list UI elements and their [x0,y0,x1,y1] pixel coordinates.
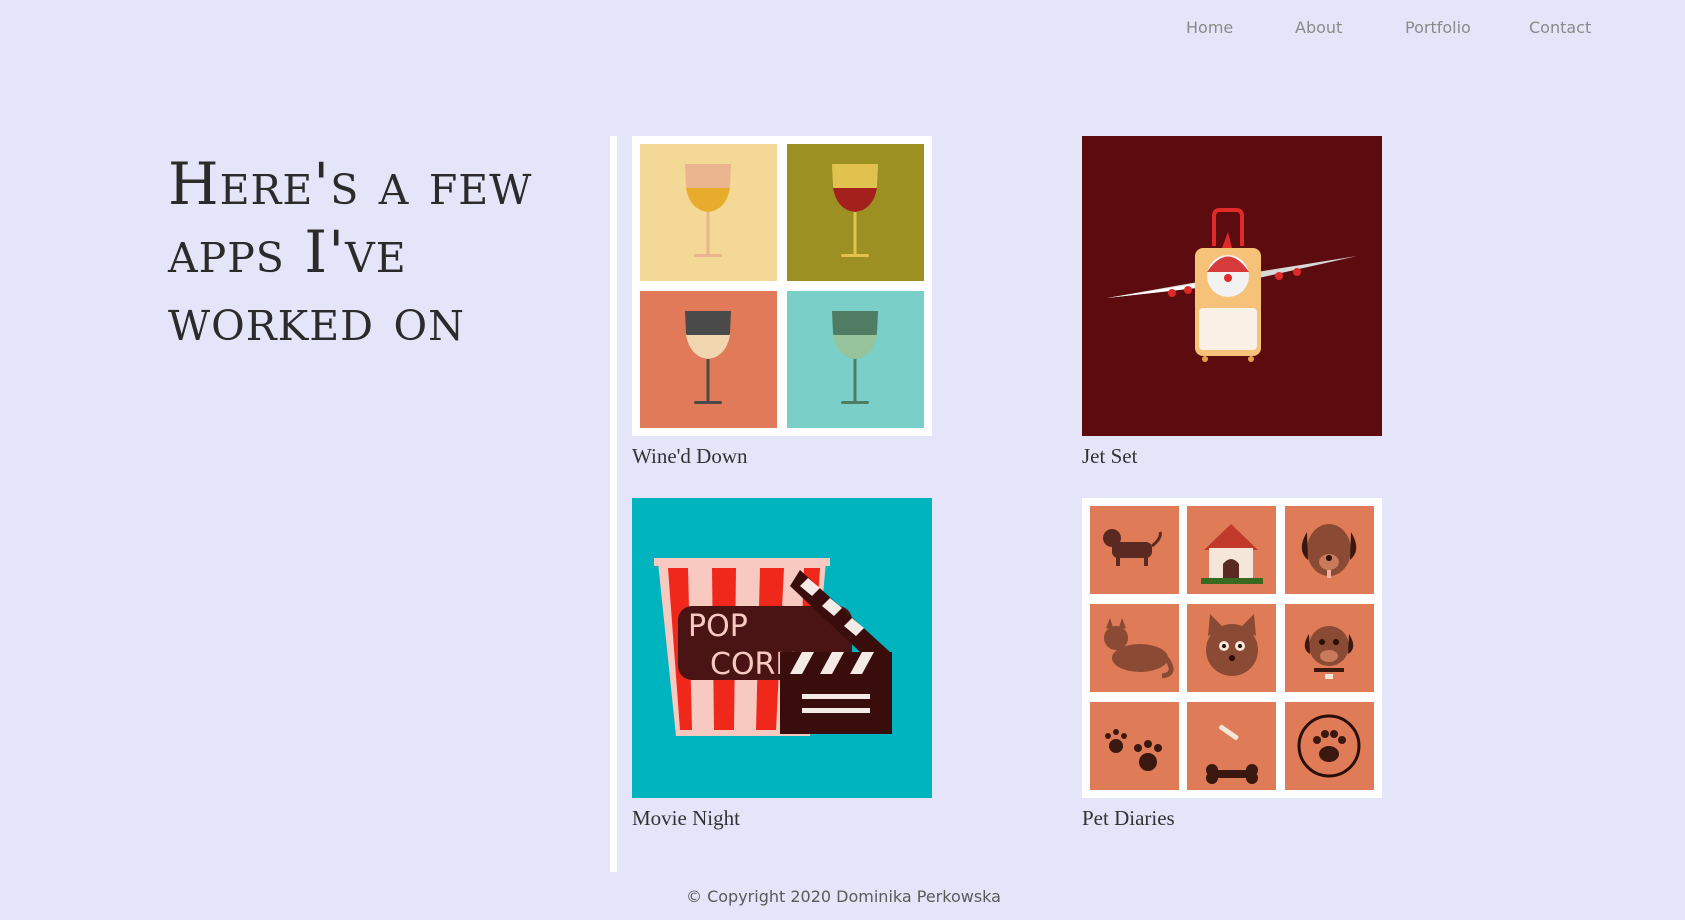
airplane-suitcase-icon [1082,136,1382,436]
project-title[interactable]: Movie Night [632,806,932,831]
nav-link-portfolio[interactable]: Portfolio [1405,18,1529,37]
project-thumbnail[interactable] [632,136,932,436]
project-card-jet-set[interactable]: Jet Set [1082,136,1382,469]
footer-copyright: © Copyright 2020 Dominika Perkowska [686,887,1001,906]
main-nav: Home About Portfolio Contact [1186,18,1591,37]
popcorn-clapperboard-icon: POP CORN [632,498,932,798]
nav-link-contact[interactable]: Contact [1529,18,1591,37]
page-heading: Here's a few apps I've worked on [168,150,533,354]
project-title[interactable]: Jet Set [1082,444,1382,469]
nav-link-home[interactable]: Home [1186,18,1295,37]
popcorn-label-text-top: POP [688,609,748,644]
project-card-movie-night[interactable]: POP CORN Movie Night [632,498,932,831]
project-card-wined-down[interactable]: Wine'd Down [632,136,932,469]
project-card-pet-diaries[interactable]: Pet Diaries [1082,498,1382,831]
nav-link-about[interactable]: About [1295,18,1405,37]
pet-icons-grid-icon [1082,498,1382,798]
divider-line [610,136,617,872]
project-title[interactable]: Pet Diaries [1082,806,1382,831]
project-thumbnail[interactable] [1082,498,1382,798]
project-thumbnail[interactable]: POP CORN [632,498,932,798]
wine-glasses-icon [632,136,932,436]
project-thumbnail[interactable] [1082,136,1382,436]
project-title[interactable]: Wine'd Down [632,444,932,469]
